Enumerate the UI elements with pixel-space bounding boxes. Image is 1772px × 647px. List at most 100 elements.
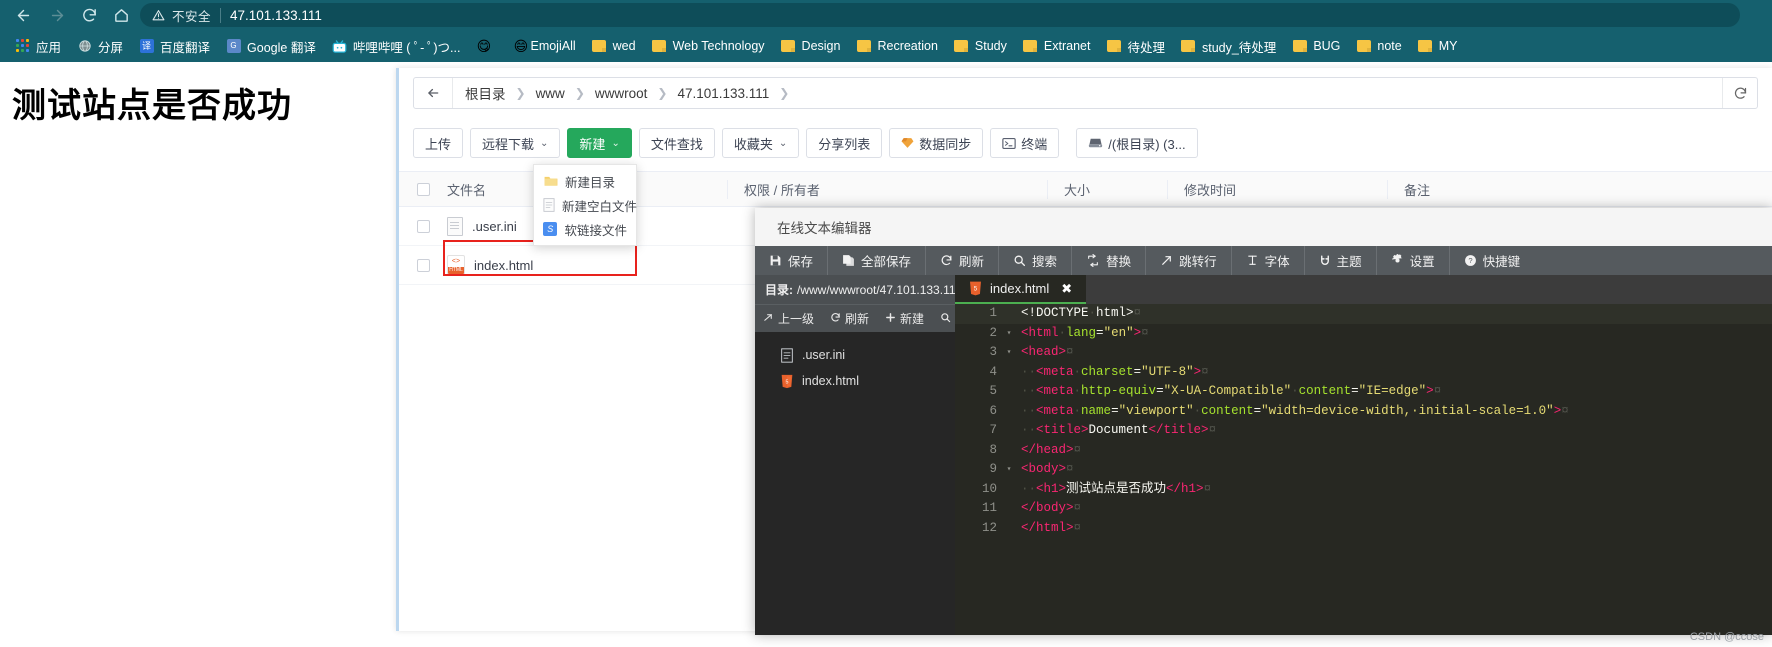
menu-item-symlink-file[interactable]: S 软链接文件 bbox=[534, 217, 636, 241]
select-all-checkbox[interactable] bbox=[416, 182, 430, 196]
list-item[interactable]: 5 index.html bbox=[755, 368, 955, 394]
bookmark-pending[interactable]: 待处理 bbox=[1099, 34, 1172, 58]
breadcrumb-item-root[interactable]: 根目录 bbox=[465, 83, 506, 103]
code-line[interactable]: 1 <!DOCTYPE·html>¤ bbox=[955, 304, 1772, 324]
breadcrumb-back-button[interactable] bbox=[414, 78, 453, 108]
terminal-button[interactable]: 终端 bbox=[990, 128, 1060, 158]
search-icon bbox=[1013, 254, 1026, 267]
fold-toggle-icon[interactable]: ▾ bbox=[1003, 343, 1015, 363]
code-line[interactable]: 12 </html>¤ bbox=[955, 519, 1772, 539]
menu-item-new-blank-file[interactable]: 新建空白文件 bbox=[534, 193, 637, 217]
editor-save-button[interactable]: 保存 bbox=[755, 246, 829, 275]
fold-toggle-icon[interactable]: ▾ bbox=[1003, 324, 1015, 344]
editor-refresh-button[interactable]: 刷新 bbox=[926, 246, 1000, 275]
disk-selector-button[interactable]: /(根目录) (3... bbox=[1076, 128, 1198, 158]
data-sync-button[interactable]: 数据同步 bbox=[889, 128, 984, 158]
select-all-checkbox-cell[interactable] bbox=[399, 182, 447, 196]
column-header-permission[interactable]: 权限 / 所有者 bbox=[727, 179, 1047, 199]
column-header-size[interactable]: 大小 bbox=[1047, 179, 1167, 199]
bookmark-smiley[interactable]: 😋 bbox=[469, 34, 504, 58]
editor-nav-up-button[interactable]: 上一级 bbox=[755, 310, 822, 327]
editor-nav-new-button[interactable]: 新建 bbox=[877, 310, 932, 327]
column-header-remark[interactable]: 备注 bbox=[1387, 179, 1567, 199]
folder-icon bbox=[856, 39, 871, 54]
bookmark-study[interactable]: Study bbox=[947, 34, 1014, 58]
bookmark-study-pending[interactable]: study_待处理 bbox=[1174, 34, 1283, 58]
line-number: 11 bbox=[981, 501, 997, 515]
close-icon[interactable]: ✖ bbox=[1061, 281, 1072, 297]
breadcrumb-item-site[interactable]: 47.101.133.111 bbox=[677, 86, 769, 101]
upload-button-label: 上传 bbox=[425, 136, 452, 152]
list-item[interactable]: .user.ini bbox=[755, 342, 955, 368]
share-list-button[interactable]: 分享列表 bbox=[806, 128, 883, 158]
tab-label: index.html bbox=[990, 281, 1050, 296]
bookmark-note[interactable]: note bbox=[1349, 34, 1408, 58]
bookmark-bilibili[interactable]: 哔哩哔哩 ( ﾟ- ﾟ)つ... bbox=[325, 34, 468, 58]
new-button[interactable]: 新建 ⌄ bbox=[567, 128, 632, 158]
bookmark-wed[interactable]: wed bbox=[585, 34, 643, 58]
remote-download-button[interactable]: 远程下载 ⌄ bbox=[470, 128, 561, 158]
editor-theme-button[interactable]: 主题 bbox=[1305, 246, 1377, 275]
breadcrumb-item-wwwroot[interactable]: wwwroot bbox=[595, 86, 648, 101]
fold-toggle-icon[interactable]: ▾ bbox=[1003, 460, 1015, 480]
editor-goto-line-button[interactable]: 跳转行 bbox=[1146, 246, 1232, 275]
editor-settings-button[interactable]: 设置 bbox=[1377, 246, 1450, 275]
link-icon: S bbox=[543, 222, 558, 237]
forward-button[interactable] bbox=[44, 2, 70, 28]
code-line[interactable]: 5 ··<meta·http-equiv="X-UA-Compatible"·co… bbox=[955, 382, 1772, 402]
column-header-modified[interactable]: 修改时间 bbox=[1167, 179, 1387, 199]
bookmark-google-translate[interactable]: G Google 翻译 bbox=[219, 34, 323, 58]
editor-search-button[interactable]: 搜索 bbox=[999, 246, 1073, 275]
bookmark-label: 待处理 bbox=[1127, 40, 1165, 55]
upload-button[interactable]: 上传 bbox=[413, 128, 464, 158]
code-line[interactable]: 2 ▾ <html·lang="en">¤ bbox=[955, 324, 1772, 344]
row-checkbox[interactable] bbox=[416, 219, 430, 233]
tab-index-html[interactable]: 5 index.html ✖ bbox=[955, 275, 1087, 304]
code-line[interactable]: 9 ▾ <body>¤ bbox=[955, 460, 1772, 480]
code-line[interactable]: 6 ··<meta·name="viewport"·content="width=… bbox=[955, 402, 1772, 422]
code-line-text: ··<meta·name="viewport"·content="width=d… bbox=[1021, 403, 1569, 418]
line-number: 6 bbox=[989, 403, 997, 418]
back-button[interactable] bbox=[10, 2, 36, 28]
bookmark-design[interactable]: Design bbox=[774, 34, 848, 58]
address-bar[interactable]: 不安全 47.101.133.111 bbox=[140, 3, 1740, 27]
editor-nav-refresh-button[interactable]: 刷新 bbox=[822, 310, 877, 327]
file-search-button[interactable]: 文件查找 bbox=[638, 128, 715, 158]
code-line[interactable]: 11 </body>¤ bbox=[955, 499, 1772, 519]
breadcrumb-item-www[interactable]: www bbox=[536, 86, 565, 101]
row-checkbox-cell[interactable] bbox=[399, 219, 447, 233]
code-line[interactable]: 3 ▾ <head>¤ bbox=[955, 343, 1772, 363]
bookmark-bug[interactable]: BUG bbox=[1285, 34, 1347, 58]
code-line[interactable]: 8 </head>¤ bbox=[955, 441, 1772, 461]
bookmark-emojiall[interactable]: 😄 EmojiAll bbox=[506, 34, 582, 58]
bookmark-my[interactable]: MY bbox=[1411, 34, 1465, 58]
code-line[interactable]: 10 ··<h1>测试站点是否成功</h1>¤ bbox=[955, 480, 1772, 500]
row-checkbox[interactable] bbox=[416, 258, 430, 272]
code-line[interactable]: 4 ··<meta·charset="UTF-8">¤ bbox=[955, 363, 1772, 383]
bookmark-extranet[interactable]: Extranet bbox=[1016, 34, 1098, 58]
bookmark-web-technology[interactable]: Web Technology bbox=[645, 34, 772, 58]
editor-replace-button[interactable]: 替换 bbox=[1072, 246, 1147, 275]
favorites-button[interactable]: 收藏夹 ⌄ bbox=[721, 128, 800, 158]
editor-font-button[interactable]: 字体 bbox=[1232, 246, 1305, 275]
browser-chrome: 不安全 47.101.133.111 应用 分屏 译 百度翻译 G Google… bbox=[0, 0, 1772, 62]
bookmark-apps[interactable]: 应用 bbox=[8, 34, 68, 58]
bookmark-baidu-translate[interactable]: 译 百度翻译 bbox=[132, 34, 217, 58]
editor-save-all-button[interactable]: 全部保存 bbox=[828, 246, 927, 275]
bookmark-recreation[interactable]: Recreation bbox=[849, 34, 944, 58]
menu-item-new-directory[interactable]: 新建目录 bbox=[534, 169, 636, 193]
editor-sidebar: 目录: /www/wwwroot/47.101.133.111 上一级 刷新 新… bbox=[755, 275, 979, 635]
code-line[interactable]: 7 ··<title>Document</title>¤ bbox=[955, 421, 1772, 441]
plus-icon bbox=[885, 312, 896, 326]
row-checkbox-cell[interactable] bbox=[399, 258, 447, 272]
bookmark-label: note bbox=[1377, 39, 1402, 53]
code-editor-content[interactable]: 1 <!DOCTYPE·html>¤ 2 ▾ <html·lang="en">¤ 3 ▾ <h… bbox=[955, 304, 1772, 538]
home-button[interactable] bbox=[108, 2, 134, 28]
editor-toolbar-label: 跳转行 bbox=[1179, 255, 1217, 269]
bookmark-split-screen[interactable]: 分屏 bbox=[70, 34, 130, 58]
reload-button[interactable] bbox=[76, 2, 102, 28]
editor-shortcuts-button[interactable]: ? 快捷键 bbox=[1450, 246, 1535, 275]
folder-icon bbox=[954, 39, 969, 54]
save-icon bbox=[769, 254, 782, 267]
breadcrumb-refresh-button[interactable] bbox=[1722, 78, 1757, 108]
